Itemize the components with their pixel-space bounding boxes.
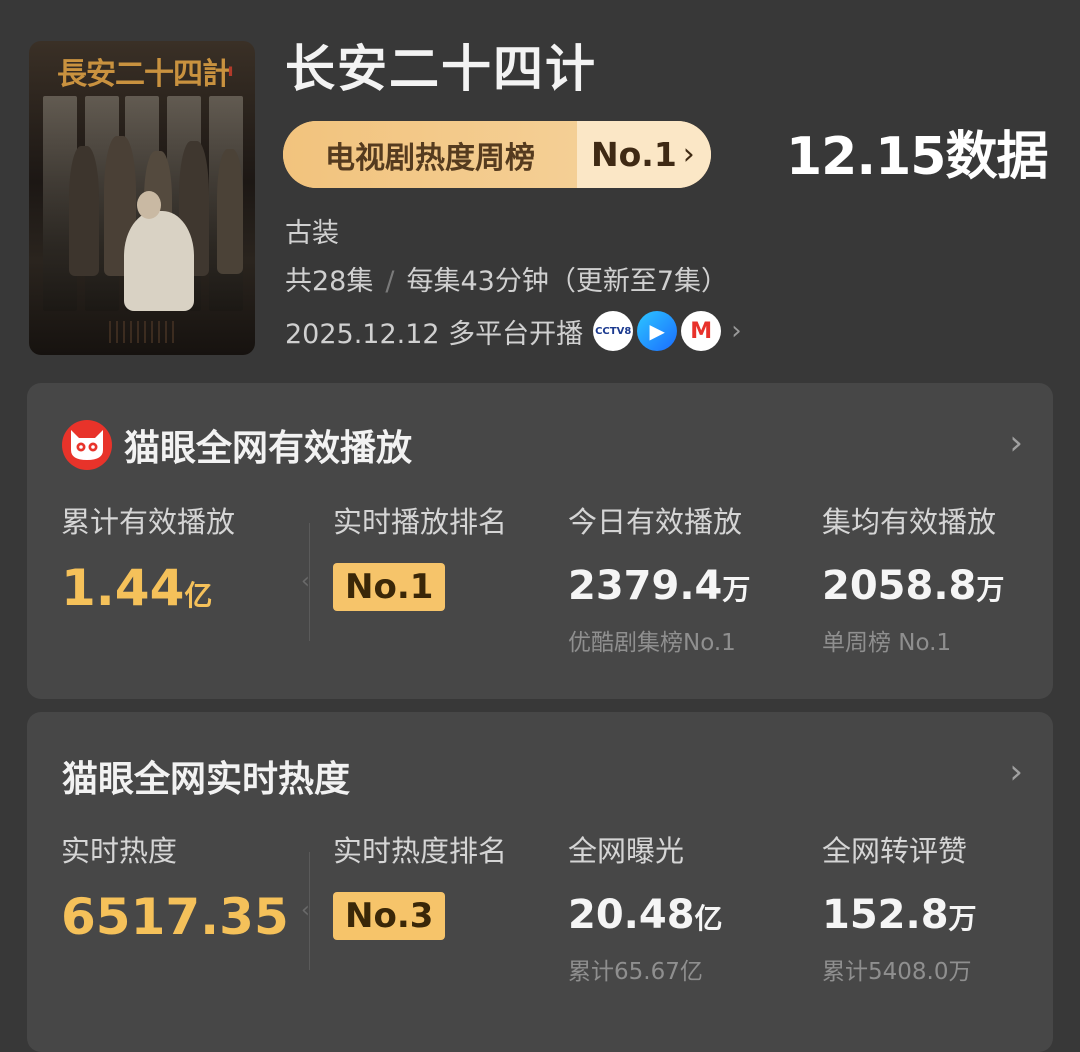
stat-value: 20.48亿 — [568, 892, 723, 938]
stat-engagement: 全网转评赞 152.8万 累计5408.0万 — [822, 828, 977, 986]
rank-badge: No.3 — [333, 892, 446, 940]
stat-today-plays: 今日有效播放 2379.4万 优酷剧集榜No.1 — [568, 499, 750, 657]
stat-total-plays: 累计有效播放 1.44亿 — [61, 499, 235, 617]
stat-label: 累计有效播放 — [61, 505, 236, 539]
chevron-right-icon: › — [731, 316, 742, 346]
value-number: 152.8 — [822, 892, 949, 938]
episode-count: 共28集 — [285, 266, 374, 297]
card-title: 猫眼全网实时热度 — [62, 759, 351, 800]
stat-value: 152.8万 — [822, 892, 977, 938]
data-date-label: 12.15数据 — [786, 127, 1048, 187]
value-unit: 万 — [976, 573, 1005, 606]
divider-notch: ‹ — [301, 569, 310, 594]
stat-value: 2379.4万 — [568, 563, 750, 609]
stat-value: 1.44亿 — [61, 559, 235, 617]
stat-label: 全网转评赞 — [822, 834, 968, 868]
show-poster[interactable]: 長安二十四計 ▌ — [29, 41, 255, 355]
poster-credits — [109, 321, 179, 343]
separator: / — [385, 266, 395, 297]
value-unit: 亿 — [694, 902, 723, 935]
value-unit: 亿 — [184, 579, 213, 612]
chevron-right-icon[interactable]: › — [1009, 752, 1023, 792]
stat-sub: 累计65.67亿 — [568, 959, 703, 985]
card-title: 猫眼全网有效播放 — [124, 428, 413, 469]
value-number: 1.44 — [61, 559, 185, 617]
cctv8-icon: CCTV8 — [593, 311, 634, 351]
stat-label: 实时热度排名 — [333, 834, 508, 868]
release-info: 2025.12.12 多平台开播 — [285, 318, 584, 350]
stat-label: 实时热度 — [61, 834, 178, 868]
genre-tag: 古装 — [285, 218, 339, 249]
poster-seal: ▌ — [229, 67, 236, 76]
episode-info: 共28集 / 每集43分钟（更新至7集） — [285, 259, 728, 298]
rank-value: No.1 — [591, 135, 677, 174]
chevron-right-icon[interactable]: › — [1009, 423, 1023, 463]
stat-realtime-rank: 实时播放排名 No.1 — [333, 499, 507, 611]
value-unit: 万 — [722, 573, 751, 606]
youku-icon: ▶ — [637, 311, 678, 351]
value-number: 2379.4 — [568, 563, 723, 609]
stat-sub: 单周榜 No.1 — [822, 630, 952, 656]
value-number: 2058.8 — [822, 563, 977, 609]
poster-title: 長安二十四計 — [57, 57, 232, 92]
value-unit: 万 — [948, 902, 977, 935]
release-row[interactable]: 2025.12.12 多平台开播 CCTV8 ▶ M › — [285, 311, 742, 351]
value-number: 20.48 — [568, 892, 695, 938]
rank-label: 电视剧热度周榜 — [283, 121, 577, 188]
weekly-rank-pill[interactable]: 电视剧热度周榜 No.1 › — [283, 121, 711, 188]
chevron-right-icon: › — [682, 137, 695, 172]
episode-duration: 每集43分钟（更新至7集） — [406, 266, 729, 297]
stat-realtime-heat: 实时热度 6517.35 — [61, 828, 289, 946]
stat-label: 集均有效播放 — [822, 505, 997, 539]
realtime-heat-card[interactable]: 猫眼全网实时热度 › 实时热度 6517.35 ‹ 实时热度排名 No.3 全网… — [27, 712, 1053, 1052]
maoyan-cat-icon — [62, 420, 112, 470]
stat-sub: 优酷剧集榜No.1 — [568, 630, 736, 656]
mgtv-icon: M — [681, 311, 722, 351]
stat-label: 今日有效播放 — [568, 505, 743, 539]
divider-notch: ‹ — [301, 898, 310, 923]
stat-value: 6517.35 — [61, 888, 289, 946]
effective-plays-card[interactable]: 猫眼全网有效播放 › 累计有效播放 1.44亿 ‹ 实时播放排名 No.1 今日… — [27, 383, 1053, 699]
stat-avg-plays: 集均有效播放 2058.8万 单周榜 No.1 — [822, 499, 1004, 657]
stat-heat-rank: 实时热度排名 No.3 — [333, 828, 507, 940]
stat-label: 实时播放排名 — [333, 505, 508, 539]
show-title: 长安二十四计 — [285, 40, 597, 98]
stat-sub: 累计5408.0万 — [822, 959, 972, 985]
stat-exposure: 全网曝光 20.48亿 累计65.67亿 — [568, 828, 723, 986]
stat-value: 2058.8万 — [822, 563, 1004, 609]
stat-label: 全网曝光 — [568, 834, 685, 868]
rank-badge: No.1 — [333, 563, 446, 611]
